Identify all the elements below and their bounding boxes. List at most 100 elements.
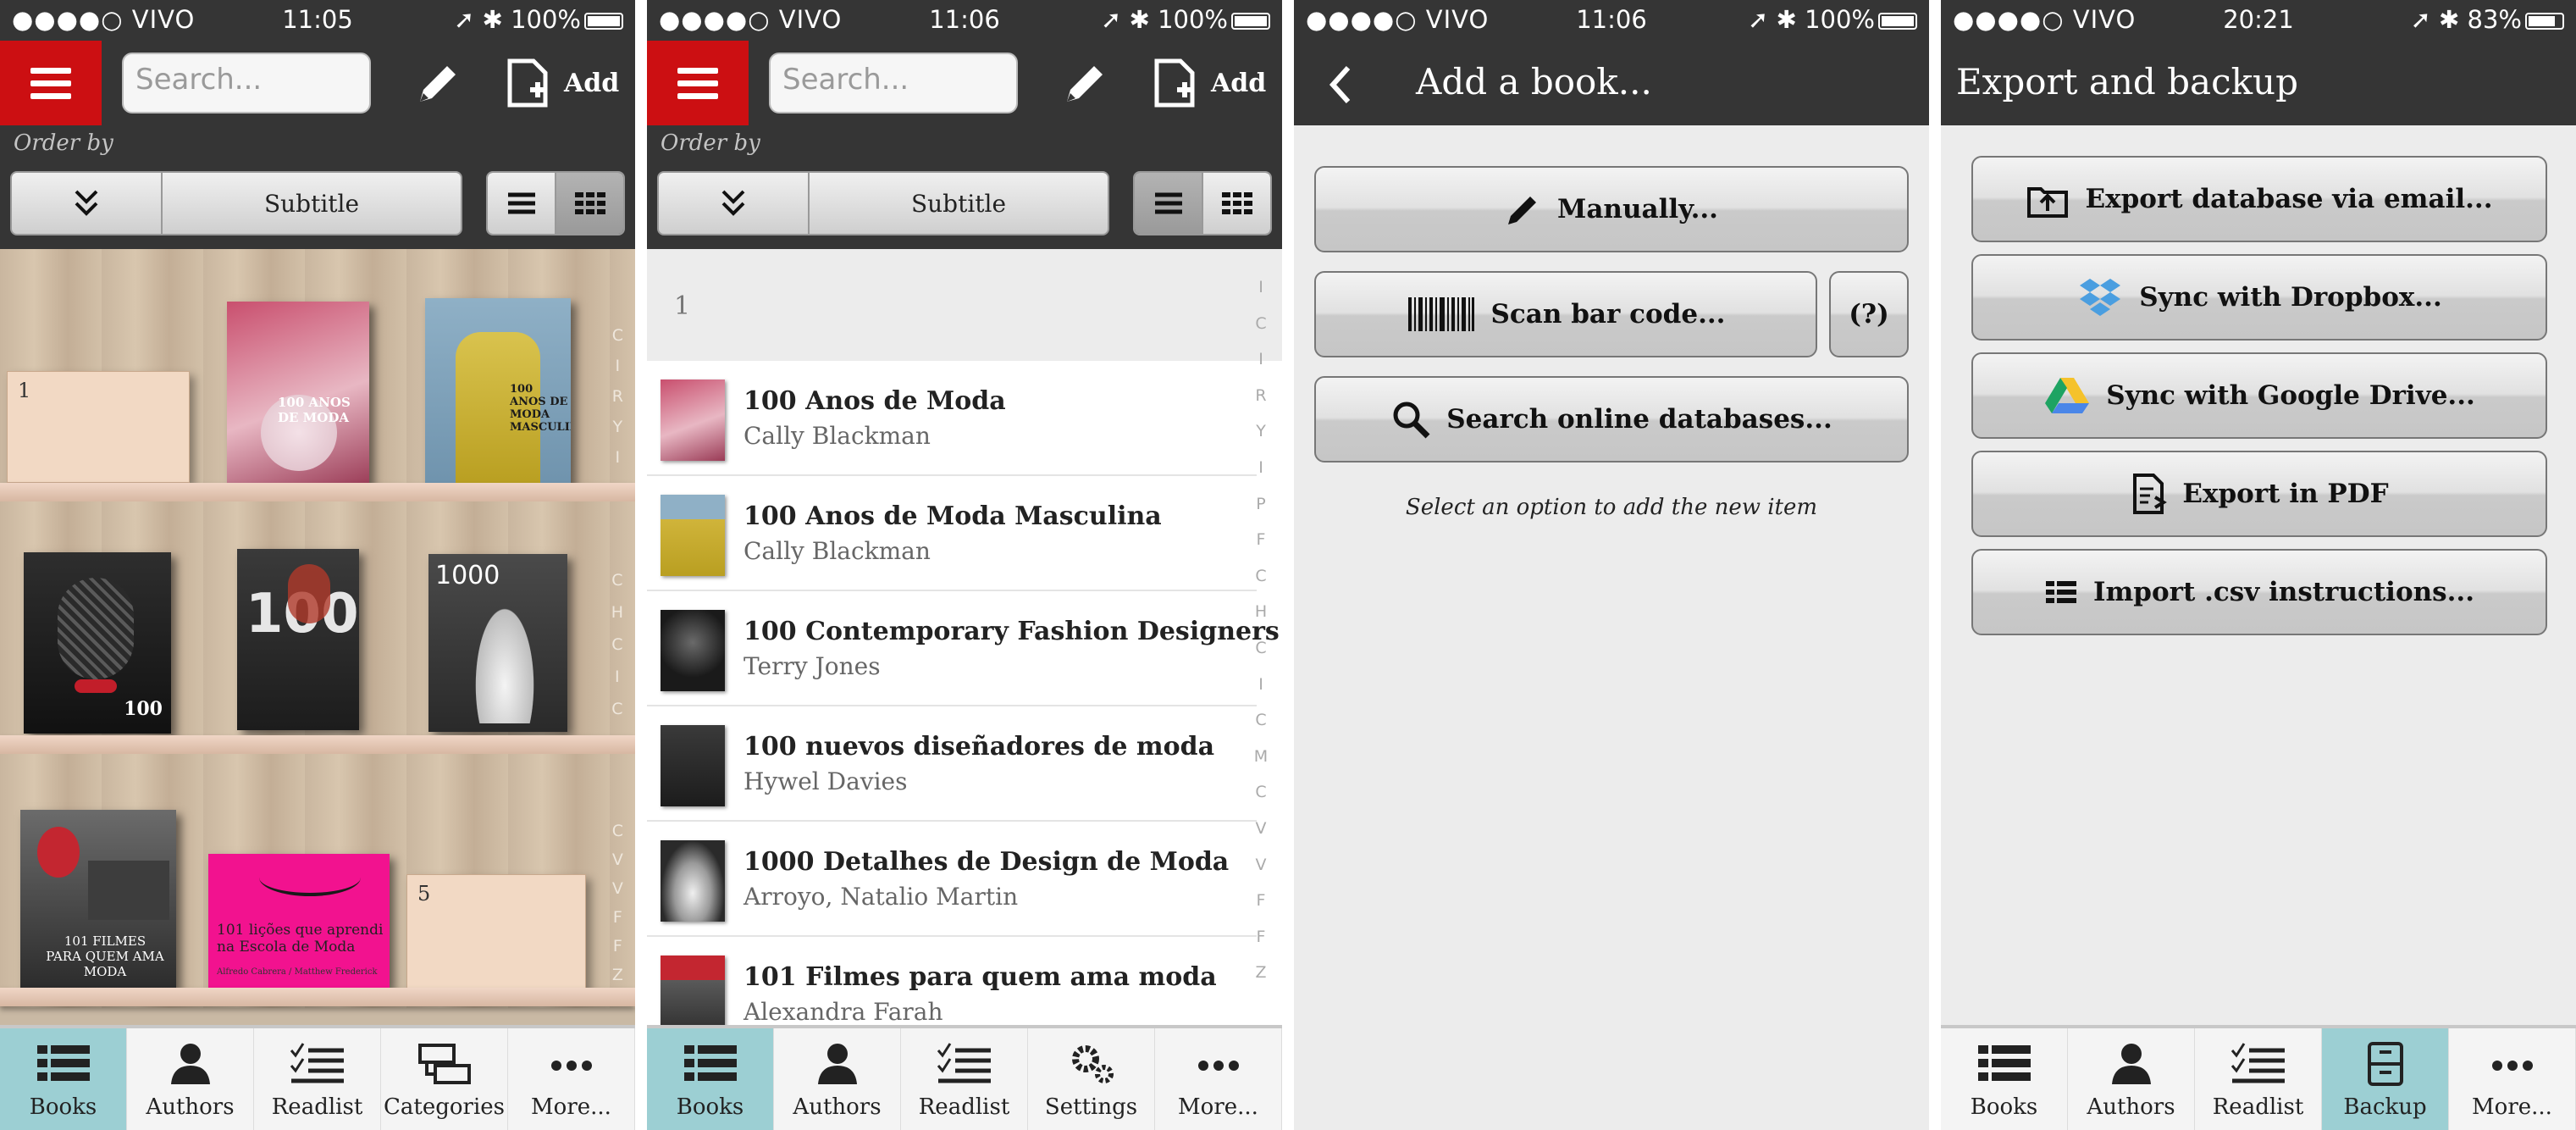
book-cover[interactable]: 101 FILMES PARA QUEM AMA MODA [20, 810, 176, 989]
book-cover[interactable]: 100 [237, 549, 359, 730]
grid-view-button[interactable] [555, 173, 623, 234]
index-letter[interactable]: F [1248, 883, 1274, 919]
index-letter[interactable]: C [1248, 702, 1274, 739]
add-manually-button[interactable]: Manually... [1314, 166, 1909, 252]
index-letter[interactable]: C [612, 817, 623, 845]
list-item[interactable]: 100 Anos de Moda Masculina Cally Blackma… [647, 476, 1257, 591]
order-direction-button[interactable] [659, 173, 810, 234]
list-item[interactable]: 1000 Detalhes de Design de Moda Arroyo, … [647, 822, 1257, 937]
add-button[interactable]: Add [505, 53, 619, 114]
tab-readlist[interactable]: Readlist [901, 1028, 1028, 1130]
index-letter[interactable]: C [1248, 774, 1274, 811]
index-letter[interactable]: C [1248, 558, 1274, 595]
tab-more[interactable]: More... [508, 1028, 635, 1130]
tab-settings[interactable]: Settings [1028, 1028, 1155, 1130]
book-cover[interactable]: 100 ANOS DE MODA [227, 302, 369, 486]
index-letter[interactable]: V [1248, 847, 1274, 884]
view-toggle[interactable] [486, 171, 625, 235]
search-online-button[interactable]: Search online databases... [1314, 376, 1909, 463]
add-button[interactable]: Add [1152, 53, 1266, 114]
index-letter[interactable]: P [1248, 486, 1274, 523]
grid-view-button[interactable] [1202, 173, 1270, 234]
book-cover[interactable]: 100 ANOS DE MODA MASCULINA [425, 298, 571, 486]
index-letter[interactable]: I [1248, 269, 1274, 306]
tab-readlist[interactable]: Readlist [254, 1028, 381, 1130]
search-input[interactable]: Search... [122, 53, 371, 114]
index-letter[interactable]: C [611, 693, 623, 725]
index-letter[interactable]: C [612, 320, 623, 351]
book-author: Alexandra Farah [744, 998, 943, 1026]
edit-button[interactable] [1055, 54, 1114, 114]
index-letter[interactable]: Y [612, 412, 623, 442]
book-cover[interactable]: 100 [24, 552, 171, 734]
index-letter[interactable]: H [611, 596, 623, 629]
index-letter[interactable]: I [611, 661, 623, 693]
index-letter[interactable]: R [612, 381, 623, 412]
index-letter[interactable]: I [1248, 341, 1274, 378]
export-pdf-button[interactable]: Export in PDF [1971, 451, 2547, 537]
gdrive-sync-button[interactable]: Sync with Google Drive... [1971, 352, 2547, 439]
import-csv-button[interactable]: Import .csv instructions... [1971, 549, 2547, 635]
search-input[interactable]: Search... [769, 53, 1018, 114]
tab-authors[interactable]: Authors [774, 1028, 901, 1130]
export-email-button[interactable]: Export database via email... [1971, 156, 2547, 242]
index-letter[interactable]: V [612, 874, 623, 903]
index-letter[interactable]: M [1248, 739, 1274, 775]
tab-books[interactable]: Books [0, 1028, 127, 1130]
list-item[interactable]: 100 Anos de Moda Cally Blackman [647, 361, 1257, 476]
tab-more[interactable]: More... [2449, 1028, 2576, 1130]
book-cover[interactable]: 101 lições que aprendi na Escola de Moda… [208, 854, 390, 988]
edit-button[interactable] [408, 54, 467, 114]
list-view-button[interactable] [488, 173, 555, 234]
order-field-button[interactable]: Subtitle [810, 173, 1108, 234]
tab-more[interactable]: More... [1155, 1028, 1282, 1130]
index-letter[interactable]: Z [1248, 955, 1274, 991]
book-cover-title: 100 ANOS DE MODA [278, 395, 351, 425]
index-letter[interactable]: I [612, 442, 623, 473]
index-letter[interactable]: C [1248, 630, 1274, 667]
index-letter[interactable]: F [1248, 919, 1274, 956]
index-letter[interactable]: C [611, 629, 623, 661]
index-letter[interactable]: V [612, 845, 623, 874]
order-selector[interactable]: Subtitle [657, 171, 1109, 235]
list-icon [507, 192, 535, 214]
order-field-button[interactable]: Subtitle [163, 173, 461, 234]
index-letter[interactable]: Y [1248, 413, 1274, 450]
index-letter[interactable]: R [1248, 378, 1274, 414]
book-placeholder[interactable]: 5 [406, 874, 586, 989]
index-letter[interactable]: Z [612, 961, 623, 989]
dropbox-sync-button[interactable]: Sync with Dropbox... [1971, 254, 2547, 341]
index-letter[interactable]: H [1248, 594, 1274, 630]
alphabet-index[interactable]: I C I R Y I P F C H C I C M C V V F F Z [1248, 269, 1274, 991]
tab-readlist[interactable]: Readlist [2195, 1028, 2322, 1130]
index-letter[interactable]: C [1248, 306, 1274, 342]
scan-barcode-button[interactable]: Scan bar code... [1314, 271, 1817, 357]
menu-button[interactable] [647, 41, 749, 125]
list-view-button[interactable] [1135, 173, 1202, 234]
index-letter[interactable]: F [612, 903, 623, 932]
tab-backup[interactable]: Backup [2322, 1028, 2449, 1130]
index-letter[interactable]: F [1248, 522, 1274, 558]
scan-help-button[interactable]: (?) [1829, 271, 1909, 357]
index-letter[interactable]: V [1248, 811, 1274, 847]
view-toggle[interactable] [1133, 171, 1272, 235]
order-selector[interactable]: Subtitle [10, 171, 462, 235]
list-item[interactable]: 100 nuevos diseñadores de moda Hywel Dav… [647, 706, 1257, 822]
book-cover[interactable]: 1000 [428, 554, 567, 732]
order-direction-button[interactable] [12, 173, 163, 234]
book-placeholder[interactable]: 1 [7, 371, 190, 483]
index-letter[interactable]: I [612, 351, 623, 381]
tab-categories[interactable]: Categories [381, 1028, 508, 1130]
tab-authors[interactable]: Authors [127, 1028, 254, 1130]
index-letter[interactable]: C [611, 564, 623, 596]
index-letter[interactable]: I [1248, 667, 1274, 703]
back-chevron-icon[interactable] [1328, 64, 1353, 105]
index-letter[interactable]: I [1248, 450, 1274, 486]
index-letter[interactable]: F [612, 932, 623, 961]
tab-books[interactable]: Books [647, 1028, 774, 1130]
menu-button[interactable] [0, 41, 102, 125]
battery-percent: 100% [1805, 5, 1875, 34]
tab-authors[interactable]: Authors [2068, 1028, 2195, 1130]
list-item[interactable]: 100 Contemporary Fashion Designers Terry… [647, 591, 1280, 706]
tab-books[interactable]: Books [1941, 1028, 2068, 1130]
